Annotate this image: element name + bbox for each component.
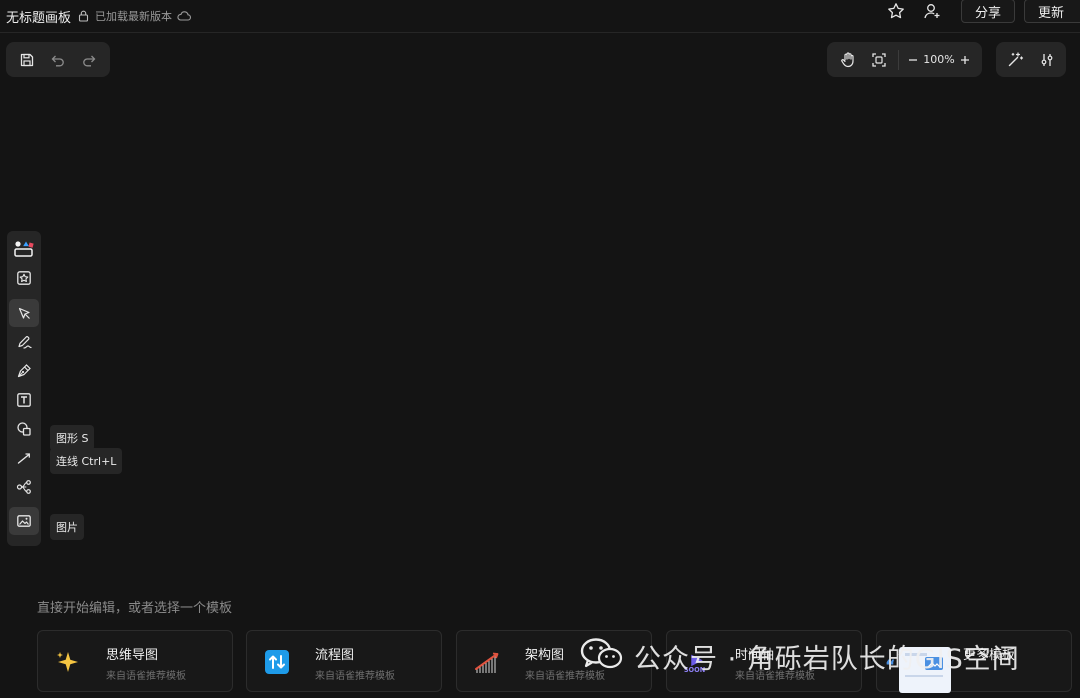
zoom-out-icon[interactable] bbox=[902, 45, 923, 75]
watermark: 公众号 · 角砾岩队长的GIS空间 bbox=[580, 634, 1020, 678]
mindmap-icon[interactable] bbox=[9, 473, 39, 501]
text-icon[interactable] bbox=[9, 386, 39, 414]
template-subtitle: 来自语雀推荐模板 bbox=[315, 671, 395, 682]
template-card-mindmap[interactable]: 思维导图 来自语雀推荐模板 bbox=[37, 630, 233, 692]
fit-screen-icon[interactable] bbox=[864, 45, 895, 75]
star-frame-icon[interactable] bbox=[9, 264, 39, 292]
add-member-icon[interactable] bbox=[921, 0, 943, 22]
tooltip-image: 图片 bbox=[50, 514, 84, 540]
template-title: 架构图 bbox=[525, 648, 565, 663]
zoom-level[interactable]: 100% bbox=[923, 53, 954, 66]
zoom-toolbar: 100% bbox=[827, 42, 982, 77]
template-subtitle: 来自语雀推荐模板 bbox=[106, 671, 186, 682]
tooltip-connector: 连线 Ctrl+L bbox=[50, 448, 123, 474]
pencil-icon[interactable] bbox=[9, 328, 39, 356]
shapes-icon[interactable] bbox=[9, 415, 39, 443]
save-icon[interactable] bbox=[12, 45, 43, 75]
zoom-in-icon[interactable] bbox=[955, 45, 976, 75]
save-status: 已加载最新版本 bbox=[95, 10, 173, 23]
shapes-palette-icon[interactable] bbox=[9, 235, 39, 263]
left-tool-panel bbox=[7, 231, 41, 546]
magic-wand-icon[interactable] bbox=[1000, 45, 1031, 75]
update-button[interactable]: 更新 bbox=[1023, 0, 1080, 23]
history-toolbar bbox=[6, 42, 110, 77]
adjust-settings-icon[interactable] bbox=[1031, 45, 1062, 75]
sparkle-icon bbox=[54, 648, 82, 676]
flowchart-icon bbox=[263, 648, 291, 676]
share-button[interactable]: 分享 bbox=[960, 0, 1015, 23]
board-title[interactable]: 无标题画板 bbox=[6, 7, 71, 26]
wechat-logo-icon bbox=[580, 636, 624, 676]
line-icon[interactable] bbox=[9, 444, 39, 472]
watermark-text: 公众号 · 角砾岩队长的GIS空间 bbox=[634, 643, 1020, 675]
start-hint: 直接开始编辑，或者选择一个模板 bbox=[37, 601, 233, 616]
redo-icon[interactable] bbox=[73, 45, 104, 75]
lock-icon[interactable] bbox=[78, 10, 89, 22]
architecture-icon bbox=[473, 648, 501, 676]
template-title: 流程图 bbox=[315, 648, 355, 663]
star-icon[interactable] bbox=[885, 0, 907, 22]
undo-icon[interactable] bbox=[43, 45, 74, 75]
extra-toolbar bbox=[996, 42, 1066, 77]
cloud-icon bbox=[177, 11, 191, 21]
top-bar: 无标题画板 已加载最新版本 分享 更新 bbox=[0, 0, 1080, 33]
divider bbox=[897, 49, 899, 70]
template-card-flowchart[interactable]: 流程图 来自语雀推荐模板 bbox=[246, 630, 442, 692]
image-icon[interactable] bbox=[9, 507, 39, 535]
pen-nib-icon[interactable] bbox=[9, 357, 39, 385]
cursor-icon[interactable] bbox=[9, 299, 39, 327]
hand-icon[interactable] bbox=[833, 45, 864, 75]
template-title: 思维导图 bbox=[106, 648, 159, 663]
